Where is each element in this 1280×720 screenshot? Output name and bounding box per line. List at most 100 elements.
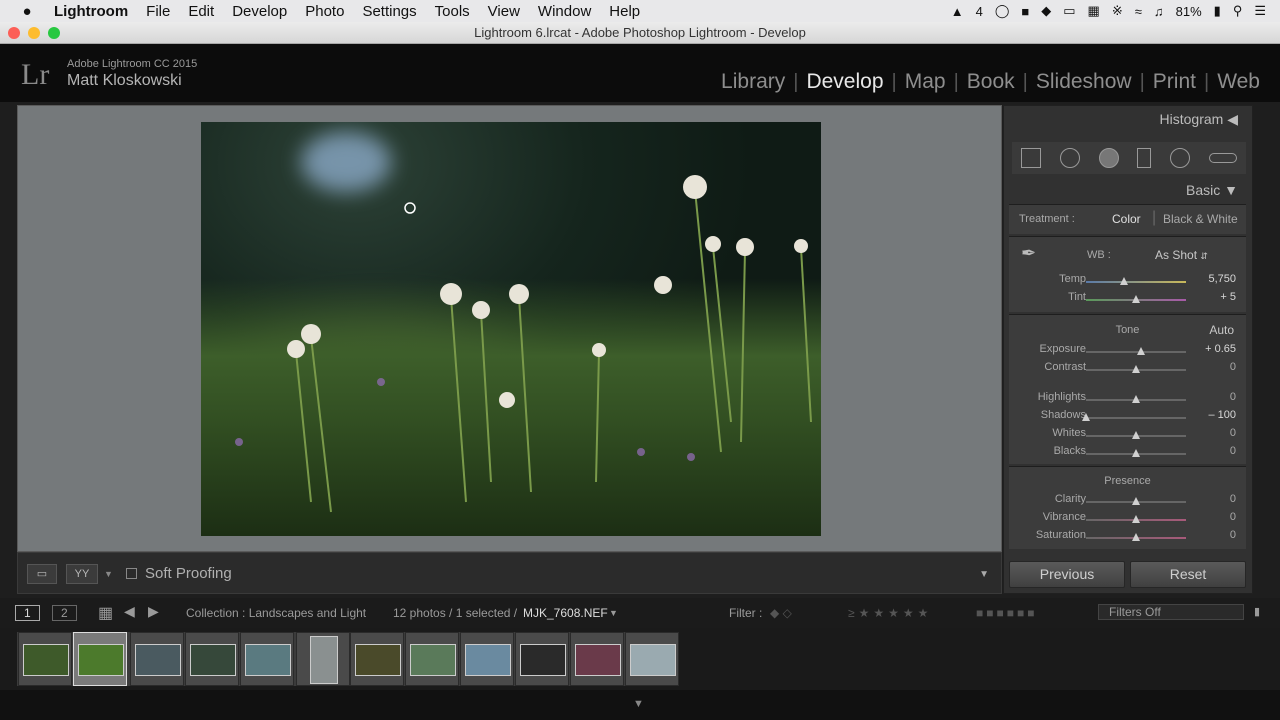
tint-track[interactable] [1086, 295, 1186, 303]
clarity-value[interactable]: 0 [1230, 493, 1236, 505]
treatment-color[interactable]: Color [1112, 212, 1141, 226]
wb-dropdown[interactable]: As Shot ⇵ [1155, 248, 1208, 262]
eyedropper-icon[interactable]: ✒ [1021, 243, 1036, 264]
saturation-slider[interactable]: Saturation 0 [1009, 529, 1246, 547]
shadows-track[interactable] [1082, 413, 1186, 421]
module-slideshow[interactable]: Slideshow [1028, 70, 1140, 94]
shadows-slider[interactable]: Shadows – 100 [1009, 409, 1246, 427]
temp-track[interactable] [1086, 277, 1186, 285]
apple-menu-icon[interactable]: ● [16, 3, 38, 20]
color-label-filter[interactable]: ■■■■■■ [976, 606, 1038, 620]
collection-source[interactable]: Collection : Landscapes and Light [186, 606, 366, 620]
temp-slider[interactable]: Temp 5,750 [1009, 273, 1246, 291]
filmstrip-thumbnail[interactable] [350, 632, 404, 686]
module-develop[interactable]: Develop [798, 70, 891, 94]
soft-proofing-checkbox[interactable] [126, 568, 137, 579]
module-map[interactable]: Map [897, 70, 954, 94]
blacks-value[interactable]: 0 [1230, 445, 1236, 457]
back-arrow-icon[interactable]: ◀ [124, 603, 135, 620]
highlights-slider[interactable]: Highlights 0 [1009, 391, 1246, 409]
filmstrip-thumbnail[interactable] [625, 632, 679, 686]
filmstrip-thumbnail[interactable] [405, 632, 459, 686]
exposure-slider[interactable]: Exposure + 0.65 [1009, 343, 1246, 361]
reset-button[interactable]: Reset [1130, 561, 1246, 588]
contrast-slider[interactable]: Contrast 0 [1009, 361, 1246, 379]
memory-icon[interactable]: ▦ [1088, 3, 1100, 19]
search-icon[interactable]: ⚲ [1233, 3, 1243, 19]
clarity-slider[interactable]: Clarity 0 [1009, 493, 1246, 511]
close-window-button[interactable] [8, 27, 20, 39]
blacks-slider[interactable]: Blacks 0 [1009, 445, 1246, 463]
saturation-slider-thumb[interactable] [1132, 533, 1140, 541]
menu-tools[interactable]: Tools [435, 3, 470, 20]
exposure-value[interactable]: + 0.65 [1205, 343, 1236, 355]
module-library[interactable]: Library [713, 70, 793, 94]
exposure-track[interactable] [1086, 347, 1186, 355]
basic-header[interactable]: Basic ▼ [1186, 182, 1238, 198]
filmstrip-thumbnail[interactable] [130, 632, 184, 686]
menu-settings[interactable]: Settings [362, 3, 416, 20]
bluetooth-icon[interactable]: ※ [1112, 3, 1123, 19]
filmstrip-thumbnail[interactable] [296, 632, 350, 686]
saturation-track[interactable] [1086, 533, 1186, 541]
shadows-slider-thumb[interactable] [1082, 413, 1090, 421]
filmstrip-thumbnail[interactable] [18, 632, 72, 686]
vibrance-value[interactable]: 0 [1230, 511, 1236, 523]
before-after-menu-icon[interactable]: ▼ [104, 569, 113, 579]
whites-track[interactable] [1086, 431, 1186, 439]
tone-auto-button[interactable]: Auto [1209, 323, 1234, 337]
menu-edit[interactable]: Edit [188, 3, 214, 20]
highlights-track[interactable] [1086, 395, 1186, 403]
filmstrip-thumbnail[interactable] [570, 632, 624, 686]
forward-arrow-icon[interactable]: ▶ [148, 603, 159, 620]
menu-help[interactable]: Help [609, 3, 640, 20]
previous-button[interactable]: Previous [1009, 561, 1125, 588]
primary-display-button[interactable]: 1 [15, 605, 40, 621]
rating-filter-stars[interactable]: ≥★★★★★ [848, 606, 932, 620]
filmstrip-thumbnail[interactable] [185, 632, 239, 686]
filter-lock-icon[interactable]: ▮ [1254, 605, 1260, 618]
module-print[interactable]: Print [1145, 70, 1204, 94]
blacks-track[interactable] [1086, 449, 1186, 457]
temp-value[interactable]: 5,750 [1208, 273, 1236, 285]
adjustment-brush-tool-icon[interactable] [1208, 153, 1237, 163]
blacks-slider-thumb[interactable] [1132, 449, 1140, 457]
saturation-value[interactable]: 0 [1230, 529, 1236, 541]
airplay-icon[interactable]: ▭ [1063, 3, 1075, 19]
evernote-icon[interactable]: ■ [1021, 4, 1029, 19]
highlights-value[interactable]: 0 [1230, 391, 1236, 403]
creative-cloud-icon[interactable]: ◯ [995, 3, 1010, 19]
whites-value[interactable]: 0 [1230, 427, 1236, 439]
minimize-window-button[interactable] [28, 27, 40, 39]
app-menu[interactable]: Lightroom [54, 3, 128, 20]
tint-slider-thumb[interactable] [1132, 295, 1140, 303]
before-after-button[interactable]: YY [66, 564, 98, 584]
selected-filename[interactable]: MJK_7608.NEF [523, 606, 608, 620]
filmstrip-thumbnail[interactable] [515, 632, 569, 686]
whites-slider[interactable]: Whites 0 [1009, 427, 1246, 445]
dropbox-icon[interactable]: ◆ [1041, 3, 1051, 19]
vibrance-slider[interactable]: Vibrance 0 [1009, 511, 1246, 529]
contrast-track[interactable] [1086, 365, 1186, 373]
filmstrip-thumbnail[interactable] [73, 632, 127, 686]
panel-toggle-arrow-icon[interactable]: ▼ [633, 698, 644, 710]
menu-develop[interactable]: Develop [232, 3, 287, 20]
zoom-window-button[interactable] [48, 27, 60, 39]
histogram-header[interactable]: Histogram ◀ [1160, 111, 1238, 128]
filmstrip-thumbnail[interactable] [240, 632, 294, 686]
spot-removal-tool-icon[interactable] [1059, 148, 1080, 168]
adobe-icon[interactable]: ▲ [951, 4, 964, 19]
menu-file[interactable]: File [146, 3, 170, 20]
volume-icon[interactable]: ♫ [1154, 4, 1164, 19]
crop-tool-icon[interactable] [1021, 148, 1042, 168]
exposure-slider-thumb[interactable] [1137, 347, 1145, 355]
wifi-icon[interactable]: ≈ [1135, 4, 1142, 19]
image-view[interactable] [17, 105, 1002, 552]
radial-filter-tool-icon[interactable] [1169, 148, 1190, 168]
menu-window[interactable]: Window [538, 3, 591, 20]
highlights-slider-thumb[interactable] [1132, 395, 1140, 403]
temp-slider-thumb[interactable] [1120, 277, 1128, 285]
filters-off-dropdown[interactable]: Filters Off [1098, 604, 1244, 620]
treatment-black-white[interactable]: Black & White [1163, 212, 1238, 226]
clarity-track[interactable] [1086, 497, 1186, 505]
